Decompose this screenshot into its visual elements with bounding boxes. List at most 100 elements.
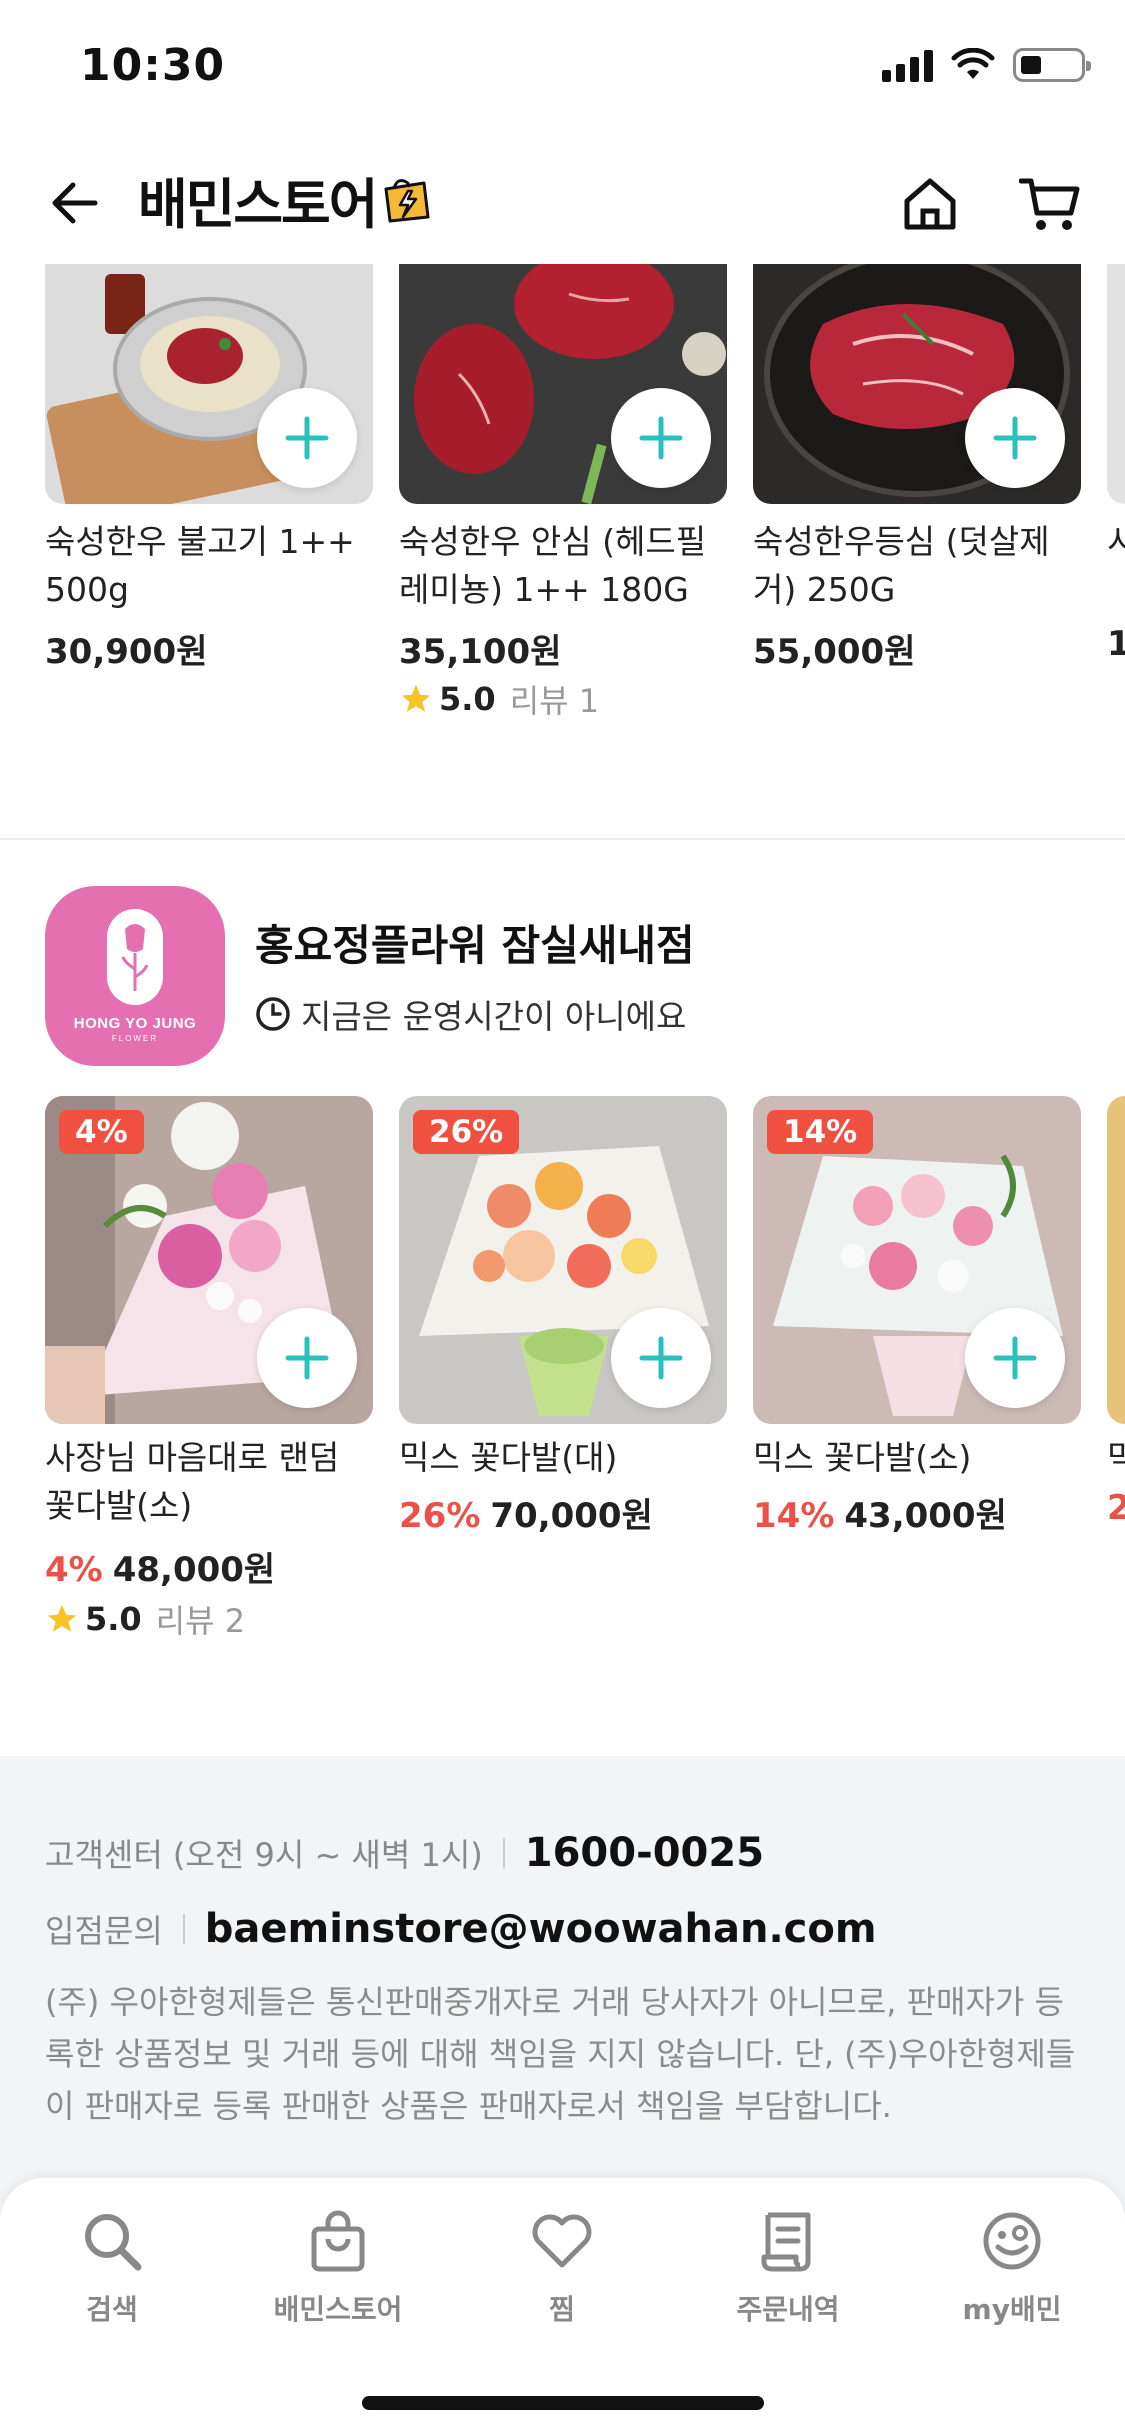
product-row-flowers: 4% 사장님 마음대로 랜덤 꽃다발(소) 4% 48,000원 5.0 리뷰 2 [0, 1096, 1125, 1656]
brand-logo: 배민스토어 [138, 160, 432, 239]
product-image [1107, 264, 1125, 504]
divider [502, 1838, 505, 1868]
product-card[interactable]: 4% 사장님 마음대로 랜덤 꽃다발(소) 4% 48,000원 5.0 리뷰 2 [45, 1096, 373, 1656]
cart-button[interactable] [1010, 164, 1090, 244]
discount-badge: 14% [767, 1110, 874, 1154]
product-name: 믹스 꽃다발(소) [753, 1438, 972, 1477]
customer-center-label: 고객센터 (오전 9시 ~ 새벽 1시) [45, 1836, 483, 1874]
product-image [1107, 1096, 1125, 1424]
rose-icon [107, 909, 163, 1005]
store-logo-title: HONG YO JUNG [73, 1015, 197, 1032]
product-card[interactable]: 시 1 [1107, 264, 1125, 734]
product-price: 30,900원 [45, 632, 208, 672]
tab-label: 검색 [86, 2293, 138, 2326]
add-to-cart-button[interactable] [257, 1308, 357, 1408]
plus-icon [639, 416, 683, 460]
home-button[interactable] [890, 164, 970, 244]
product-name: 믹 [1107, 1438, 1125, 1477]
tab-label: 배민스토어 [273, 2293, 403, 2326]
price-value: 70,000원 [490, 1496, 653, 1536]
discount-rate: 14% [753, 1496, 835, 1536]
product-price: 26% 70,000원 [399, 1488, 653, 1537]
back-button[interactable] [40, 168, 110, 238]
plus-icon [993, 416, 1037, 460]
customer-center: 고객센터 (오전 9시 ~ 새벽 1시) 1600-0025 [45, 1830, 764, 1876]
cart-icon [1019, 178, 1080, 230]
product-price: 14% 43,000원 [753, 1488, 1007, 1537]
inquiry-email[interactable]: baeminstore@woowahan.com [205, 1906, 877, 1952]
product-name: 시 [1107, 522, 1125, 561]
price-value: 43,000원 [844, 1496, 1007, 1536]
product-name: 숙성한우 안심 (헤드필레미뇽) 1++ 180G [399, 522, 707, 609]
add-to-cart-button[interactable] [257, 388, 357, 488]
plus-icon [285, 1336, 329, 1380]
search-icon [85, 2214, 142, 2271]
wifi-icon [951, 48, 995, 79]
product-name: 사장님 마음대로 랜덤 꽃다발(소) [45, 1438, 340, 1525]
discount-rate: 4% [45, 1550, 103, 1590]
clock-icon [256, 997, 290, 1031]
status-time: 10:30 [80, 40, 226, 91]
product-card[interactable]: 26% 믹스 꽃다발(대) 26% 70,000원 [399, 1096, 727, 1656]
product-price: 35,100원 [399, 632, 562, 672]
store-logo[interactable]: HONG YO JUNG FLOWER [45, 886, 225, 1066]
store-inquiry: 입점문의 baeminstore@woowahan.com [45, 1906, 877, 1952]
product-price: 55,000원 [753, 632, 916, 672]
status-bar: 10:30 [0, 0, 1125, 140]
arrow-left-icon [52, 182, 98, 224]
product-price: 4% 48,000원 [45, 1542, 275, 1591]
discount-badge: 4% [59, 1110, 144, 1154]
tab-orders[interactable]: 주문내역 [688, 2204, 888, 2328]
star-icon [47, 1604, 77, 1632]
divider [182, 1914, 185, 1944]
home-icon [904, 178, 956, 230]
discount-rate: 2 [1107, 1488, 1125, 1528]
product-card[interactable]: 숙성한우등심 (덧살제거) 250G 55,000원 [753, 264, 1081, 734]
inquiry-label: 입점문의 [45, 1912, 163, 1950]
product-card[interactable]: 믹 2 [1107, 1096, 1125, 1656]
tab-label: my배민 [962, 2293, 1062, 2326]
product-row-meat: 숙성한우 불고기 1++ 500g 30,900원 숙성한우 안심 (헤드필레미… [0, 264, 1125, 734]
customer-center-phone[interactable]: 1600-0025 [525, 1830, 764, 1876]
add-to-cart-button[interactable] [611, 1308, 711, 1408]
battery-icon [1013, 48, 1091, 82]
product-price: 2 [1107, 1488, 1125, 1528]
product-card[interactable]: 숙성한우 불고기 1++ 500g 30,900원 [45, 264, 373, 734]
discount-rate: 26% [399, 1496, 481, 1536]
page-title: 배민스토어 [138, 173, 378, 236]
product-price: 1 [1107, 624, 1125, 664]
lightning-bag-icon [384, 178, 430, 222]
plus-icon [993, 1336, 1037, 1380]
product-rating: 5.0 리뷰 2 [45, 1596, 245, 1642]
plus-icon [639, 1336, 683, 1380]
shopping-bag-icon [311, 2210, 365, 2272]
add-to-cart-button[interactable] [965, 388, 1065, 488]
store-logo-subtitle: FLOWER [111, 1034, 159, 1043]
cellular-signal-icon [882, 48, 933, 82]
heart-icon [532, 2214, 592, 2268]
tab-favorites[interactable]: 찜 [462, 2204, 662, 2328]
legal-disclaimer: (주) 우아한형제들은 통신판매중개자로 거래 당사자가 아니므로, 판매자가 … [45, 1983, 1076, 2125]
product-rating: 5.0 리뷰 1 [399, 676, 599, 722]
review-count: 리뷰 2 [155, 1602, 246, 1640]
store-status: 지금은 운영시간이 아니에요 [255, 990, 686, 1038]
tab-my-baemin[interactable]: my배민 [912, 2204, 1112, 2328]
price-value: 48,000원 [112, 1550, 276, 1590]
smiley-icon [983, 2212, 1041, 2270]
product-name: 숙성한우등심 (덧살제거) 250G [753, 522, 1050, 609]
add-to-cart-button[interactable] [611, 388, 711, 488]
receipt-icon [761, 2212, 811, 2272]
plus-icon [285, 416, 329, 460]
header: 배민스토어 [0, 150, 1125, 250]
star-icon [401, 684, 431, 712]
review-count: 리뷰 1 [509, 682, 600, 720]
home-indicator[interactable] [362, 2396, 764, 2410]
product-card[interactable]: 14% 믹스 꽃다발(소) 14% 43,000원 [753, 1096, 1081, 1656]
add-to-cart-button[interactable] [965, 1308, 1065, 1408]
tab-baemin-store[interactable]: 배민스토어 [238, 2204, 438, 2328]
store-name[interactable]: 홍요정플라워 잠실새내점 [255, 912, 695, 973]
product-card[interactable]: 숙성한우 안심 (헤드필레미뇽) 1++ 180G 35,100원 5.0 리뷰… [399, 264, 727, 734]
store-status-text: 지금은 운영시간이 아니에요 [301, 997, 687, 1036]
status-icons [882, 48, 1091, 82]
tab-search[interactable]: 검색 [12, 2204, 212, 2328]
